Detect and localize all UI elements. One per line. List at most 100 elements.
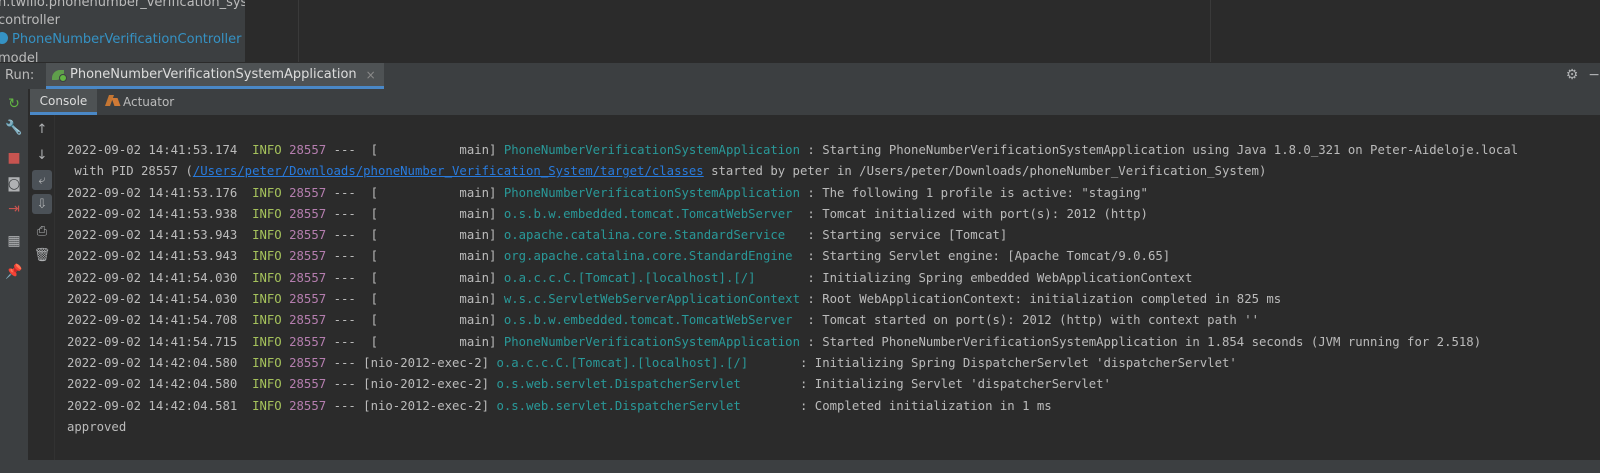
scroll-up-icon[interactable]: ↑ — [32, 119, 52, 139]
minimize-icon[interactable]: − — [1588, 67, 1600, 83]
tree-item-controller[interactable]: controller — [0, 11, 60, 31]
run-sub-tabs: Console Actuator — [30, 89, 1600, 115]
log-thread: --- [nio-2012-exec-2] — [333, 377, 490, 392]
log-logger: PhoneNumberVerificationSystemApplication — [503, 143, 800, 157]
log-logger: o.s.b.w.embedded.tomcat.TomcatWebServer — [503, 313, 793, 328]
log-pid: 28557 — [289, 249, 327, 264]
log-line: with PID 28557 (/Users/peter/Downloads/p… — [67, 161, 1518, 182]
log-logger: o.a.c.c.C.[Tomcat].[localhost].[/] — [503, 270, 756, 285]
wrench-icon[interactable]: 🔧 — [5, 119, 23, 137]
log-pid: 28557 — [289, 206, 327, 221]
gear-icon[interactable]: ⚙ — [1566, 67, 1579, 83]
run-label: Run: — [5, 68, 35, 83]
log-level: INFO — [252, 270, 282, 285]
log-level: INFO — [252, 228, 282, 243]
scroll-to-end-icon[interactable]: ⇩ — [32, 194, 52, 214]
console-toolbar: ↑ ↓ ⤶ ⇩ ⎙ 🗑 — [29, 115, 55, 473]
pin-icon[interactable]: 📌 — [5, 263, 23, 281]
log-message: : Root WebApplicationContext: initializa… — [807, 292, 1282, 307]
log-timestamp: 2022-09-02 14:41:54.030 — [67, 292, 238, 307]
log-timestamp: 2022-09-02 14:42:04.580 — [67, 377, 238, 392]
log-line: 2022-09-02 14:41:54.708 INFO 28557 --- [… — [67, 310, 1518, 331]
layout-icon[interactable]: ▦ — [5, 232, 23, 250]
log-line: 2022-09-02 14:41:54.715 INFO 28557 --- [… — [67, 332, 1518, 353]
log-thread: --- [ main] — [333, 313, 497, 328]
class-icon — [0, 32, 8, 44]
rerun-icon[interactable]: ↻ — [5, 95, 23, 113]
exit-icon[interactable]: ⇥ — [5, 200, 23, 218]
actuator-icon — [106, 94, 120, 108]
log-thread: --- [ main] — [333, 334, 497, 349]
log-logger: o.s.b.w.embedded.tomcat.TomcatWebServer — [503, 206, 793, 221]
log-pid: 28557 — [289, 292, 327, 307]
log-message: : Starting Servlet engine: [Apache Tomca… — [807, 249, 1171, 264]
log-timestamp: 2022-09-02 14:41:54.708 — [67, 313, 238, 328]
editor-right-margin — [1210, 0, 1211, 62]
soft-wrap-icon[interactable]: ⤶ — [32, 170, 52, 190]
log-pid: 28557 — [289, 228, 327, 243]
log-thread: --- [nio-2012-exec-2] — [333, 355, 490, 370]
run-tool-window-header: Run: PhoneNumberVerificationSystemApplic… — [0, 62, 1600, 89]
editor-divider — [298, 0, 299, 62]
log-line: approved — [67, 417, 1518, 438]
log-text: started by peter in /Users/peter/Downloa… — [703, 164, 1267, 179]
stop-icon[interactable]: ■ — [5, 149, 23, 167]
console-output[interactable]: 2022-09-02 14:41:53.174 INFO 28557 --- [… — [56, 115, 1600, 473]
log-pid: 28557 — [289, 270, 327, 285]
log-logger: PhoneNumberVerificationSystemApplication — [503, 334, 800, 349]
log-pid: 28557 — [289, 313, 327, 328]
log-pid: 28557 — [289, 185, 327, 200]
log-message: : Initializing Servlet 'dispatcherServle… — [800, 377, 1111, 392]
log-message: : Starting service [Tomcat] — [807, 228, 1008, 243]
editor-area: n.twilio.phonenumber_verification_syster… — [0, 0, 1600, 62]
log-line: 2022-09-02 14:42:04.580 INFO 28557 --- [… — [67, 353, 1518, 374]
log-line: 2022-09-02 14:41:53.938 INFO 28557 --- [… — [67, 204, 1518, 225]
log-line: 2022-09-02 14:41:54.030 INFO 28557 --- [… — [67, 289, 1518, 310]
log-logger: PhoneNumberVerificationSystemApplication — [503, 185, 800, 200]
bottom-scrollbar[interactable] — [0, 460, 1600, 473]
tab-console[interactable]: Console — [30, 89, 97, 115]
tree-item-controller-class[interactable]: PhoneNumberVerificationController — [0, 30, 241, 50]
run-tab[interactable]: PhoneNumberVerificationSystemApplication… — [46, 63, 384, 89]
close-icon[interactable]: × — [366, 68, 376, 82]
scroll-down-icon[interactable]: ↓ — [32, 145, 52, 165]
classpath-link[interactable]: /Users/peter/Downloads/phoneNumber_Verif… — [193, 164, 704, 178]
tree-item-model[interactable]: model — [0, 49, 38, 62]
log-message: : Tomcat started on port(s): 2012 (http)… — [807, 313, 1259, 328]
log-line: 2022-09-02 14:41:53.943 INFO 28557 --- [… — [67, 225, 1518, 246]
log-thread: --- [ main] — [333, 249, 497, 264]
log-thread: --- [ main] — [333, 270, 497, 285]
log-logger: o.apache.catalina.core.StandardService — [503, 228, 786, 243]
log-level: INFO — [252, 398, 282, 413]
log-timestamp: 2022-09-02 14:42:04.581 — [67, 398, 238, 413]
log-level: INFO — [252, 185, 282, 200]
log-logger: o.a.c.c.C.[Tomcat].[localhost].[/] — [496, 355, 749, 370]
log-logger: o.s.web.servlet.DispatcherServlet — [496, 398, 741, 413]
log-thread: --- [ main] — [333, 143, 497, 157]
log-message: : Starting PhoneNumberVerificationSystem… — [807, 143, 1519, 157]
log-line: 2022-09-02 14:42:04.581 INFO 28557 --- [… — [67, 396, 1518, 417]
trash-icon[interactable]: 🗑 — [32, 245, 52, 265]
log-lines: 2022-09-02 14:41:53.174 INFO 28557 --- [… — [67, 140, 1518, 438]
log-logger: org.apache.catalina.core.StandardEngine — [503, 249, 793, 264]
log-line: 2022-09-02 14:41:53.174 INFO 28557 --- [… — [67, 140, 1518, 161]
log-timestamp: 2022-09-02 14:41:54.715 — [67, 334, 238, 349]
log-pid: 28557 — [289, 355, 327, 370]
log-level: INFO — [252, 334, 282, 349]
print-icon[interactable]: ⎙ — [32, 221, 52, 241]
run-left-toolbar: ↻ 🔧 ■ ◙ ⇥ ▦ 📌 — [0, 89, 29, 473]
log-timestamp: 2022-09-02 14:41:53.943 — [67, 228, 238, 243]
tab-label: Console — [39, 94, 88, 108]
spring-boot-run-icon — [52, 68, 67, 82]
log-thread: --- [ main] — [333, 292, 497, 307]
run-header-actions: ⚙ − — [1566, 67, 1600, 83]
tree-item-label: PhoneNumberVerificationController — [12, 32, 242, 47]
camera-icon[interactable]: ◙ — [5, 175, 23, 193]
tab-actuator[interactable]: Actuator — [98, 89, 182, 115]
log-message: : Started PhoneNumberVerificationSystemA… — [807, 334, 1482, 349]
log-level: INFO — [252, 355, 282, 370]
log-line: 2022-09-02 14:42:04.580 INFO 28557 --- [… — [67, 374, 1518, 395]
log-line: 2022-09-02 14:41:53.943 INFO 28557 --- [… — [67, 246, 1518, 267]
log-plain-text: approved — [67, 419, 127, 434]
log-logger: o.s.web.servlet.DispatcherServlet — [496, 377, 741, 392]
